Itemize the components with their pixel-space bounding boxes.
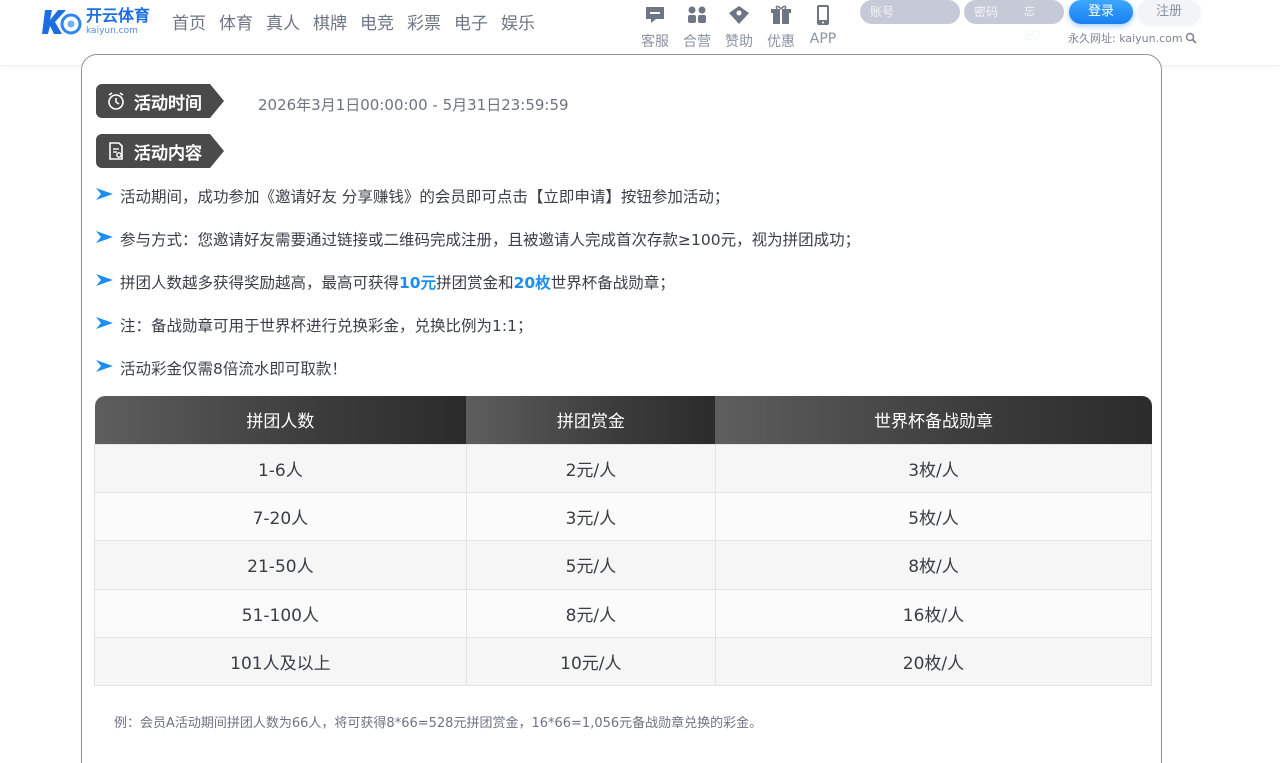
arrow-bullet-icon bbox=[96, 231, 113, 243]
quick-support[interactable]: 客服 bbox=[634, 0, 676, 51]
rule-text: 活动期间，成功参加《邀请好友 分享赚钱》的会员即可点击【立即申请】按钮参加活动； bbox=[120, 188, 730, 206]
quick-links: 客服 合营 赞助 优惠 APP bbox=[634, 0, 844, 51]
quick-promotions[interactable]: 优惠 bbox=[760, 0, 802, 51]
rule-text: 拼团赏金和 bbox=[436, 274, 514, 292]
nav-esports[interactable]: 电竞 bbox=[360, 9, 394, 34]
rule-text: 参与方式：您邀请好友需要通过链接或二维码完成注册，且被邀请人完成首次存款≥100… bbox=[120, 231, 861, 249]
quick-partners[interactable]: 合营 bbox=[676, 0, 718, 51]
gift-icon bbox=[771, 5, 791, 24]
arrow-bullet-icon bbox=[96, 360, 113, 372]
nav-home[interactable]: 首页 bbox=[172, 9, 206, 34]
table-row: 1-6人 2元/人 3枚/人 bbox=[94, 443, 1153, 493]
table-cell: 8元/人 bbox=[465, 588, 716, 639]
rule-text: 拼团人数越多获得奖励越高，最高可获得 bbox=[120, 274, 400, 292]
table-cell: 5枚/人 bbox=[714, 491, 1153, 542]
table-cell: 3枚/人 bbox=[714, 443, 1153, 493]
table-cell: 1-6人 bbox=[94, 443, 467, 493]
table-row: 21-50人 5元/人 8枚/人 bbox=[94, 540, 1153, 590]
rule-text: 世界杯备战勋章； bbox=[550, 274, 675, 292]
rule-highlight-medals: 20枚 bbox=[513, 274, 551, 292]
nav-cards[interactable]: 棋牌 bbox=[313, 9, 347, 34]
table-cell: 7-20人 bbox=[94, 491, 467, 542]
table-cell: 5元/人 bbox=[465, 540, 716, 590]
example-note: 例：会员A活动期间拼团人数为66人，将可获得8*66=528元拼团赏金，16*6… bbox=[114, 716, 763, 731]
table-cell: 51-100人 bbox=[94, 588, 467, 639]
table-cell: 3元/人 bbox=[465, 491, 716, 542]
main-nav: 首页 体育 真人 棋牌 电竞 彩票 电子 娱乐 bbox=[172, 9, 548, 34]
quick-support-label: 客服 bbox=[641, 34, 669, 50]
nav-lottery[interactable]: 彩票 bbox=[407, 9, 441, 34]
table-row: 7-20人 3元/人 5枚/人 bbox=[94, 491, 1153, 542]
table-cell: 21-50人 bbox=[94, 540, 467, 590]
rule-item: 拼团人数越多获得奖励越高，最高可获得10元拼团赏金和20枚世界杯备战勋章； bbox=[95, 271, 860, 314]
table-cell: 10元/人 bbox=[465, 637, 716, 687]
chat-icon bbox=[646, 7, 664, 23]
logo-icon bbox=[42, 10, 82, 35]
permalink-text: 永久网址: kaiyun.com bbox=[1068, 32, 1183, 45]
partners-icon bbox=[688, 6, 706, 23]
activity-time-value: 2026年3月1日00:00:00 - 5月31日23:59:59 bbox=[258, 96, 569, 114]
rule-text: 注：备战勋章可用于世界杯进行兑换彩金，兑换比例为1:1； bbox=[120, 317, 533, 335]
rules-list: 活动期间，成功参加《邀请好友 分享赚钱》的会员即可点击【立即申请】按钮参加活动；… bbox=[95, 185, 860, 400]
permalink: 永久网址: kaiyun.com bbox=[1068, 30, 1197, 46]
rule-text: 活动彩金仅需8倍流水即可取款！ bbox=[120, 360, 347, 378]
activity-content-tag: 活动内容 bbox=[96, 134, 224, 168]
table-cell: 2元/人 bbox=[465, 443, 716, 493]
col-header-group-size: 拼团人数 bbox=[94, 396, 467, 444]
table-cell: 101人及以上 bbox=[94, 637, 467, 687]
account-input[interactable]: 账号 bbox=[860, 0, 960, 24]
forgot-password-link[interactable]: 忘记? bbox=[1024, 0, 1041, 48]
activity-content-label: 活动内容 bbox=[134, 143, 202, 164]
table-row: 51-100人 8元/人 16枚/人 bbox=[94, 588, 1153, 639]
diamond-icon bbox=[729, 6, 749, 24]
rule-item: 活动彩金仅需8倍流水即可取款！ bbox=[95, 357, 860, 400]
arrow-bullet-icon bbox=[96, 188, 113, 200]
clock-icon bbox=[108, 92, 124, 110]
table-cell: 16枚/人 bbox=[714, 588, 1153, 639]
nav-sports[interactable]: 体育 bbox=[219, 9, 253, 34]
nav-slots[interactable]: 电子 bbox=[454, 9, 488, 34]
nav-entertainment[interactable]: 娱乐 bbox=[501, 9, 535, 34]
quick-app-label: APP bbox=[809, 31, 837, 47]
table-header-row: 拼团人数 拼团赏金 世界杯备战勋章 bbox=[94, 396, 1152, 444]
document-icon bbox=[109, 142, 123, 160]
arrow-bullet-icon bbox=[96, 317, 113, 329]
logo-name: 开云体育 bbox=[86, 6, 151, 25]
arrow-bullet-icon bbox=[96, 274, 113, 286]
login-button[interactable]: 登录 bbox=[1069, 0, 1133, 24]
rule-highlight-bonus: 10元 bbox=[399, 274, 437, 292]
phone-icon bbox=[817, 5, 829, 25]
table-cell: 20枚/人 bbox=[714, 637, 1153, 687]
logo-domain: kaiyun.com bbox=[86, 26, 138, 36]
activity-time-label: 活动时间 bbox=[134, 93, 202, 114]
col-header-medals: 世界杯备战勋章 bbox=[715, 396, 1152, 444]
reward-table: 拼团人数 拼团赏金 世界杯备战勋章 1-6人 2元/人 3枚/人 7-20人 3… bbox=[94, 396, 1153, 687]
register-button[interactable]: 注册 bbox=[1138, 0, 1200, 24]
quick-partners-label: 合营 bbox=[683, 34, 711, 50]
nav-live-casino[interactable]: 真人 bbox=[266, 9, 300, 34]
quick-app[interactable]: APP bbox=[802, 0, 844, 51]
search-icon[interactable] bbox=[1185, 32, 1197, 44]
rule-item: 参与方式：您邀请好友需要通过链接或二维码完成注册，且被邀请人完成首次存款≥100… bbox=[95, 228, 860, 271]
col-header-bonus: 拼团赏金 bbox=[466, 396, 716, 444]
quick-promotions-label: 优惠 bbox=[767, 34, 795, 50]
promotion-card: 活动时间 2026年3月1日00:00:00 - 5月31日23:59:59 活… bbox=[81, 54, 1162, 763]
table-row: 101人及以上 10元/人 20枚/人 bbox=[94, 637, 1153, 687]
brand-logo[interactable]: 开云体育 kaiyun.com bbox=[42, 4, 154, 40]
quick-sponsor[interactable]: 赞助 bbox=[718, 0, 760, 51]
rule-item: 注：备战勋章可用于世界杯进行兑换彩金，兑换比例为1:1； bbox=[95, 314, 860, 357]
rule-item: 活动期间，成功参加《邀请好友 分享赚钱》的会员即可点击【立即申请】按钮参加活动； bbox=[95, 185, 860, 228]
quick-sponsor-label: 赞助 bbox=[725, 34, 753, 50]
activity-time-tag: 活动时间 bbox=[96, 84, 224, 118]
password-input[interactable]: 密码 bbox=[964, 0, 1064, 24]
table-cell: 8枚/人 bbox=[714, 540, 1153, 590]
